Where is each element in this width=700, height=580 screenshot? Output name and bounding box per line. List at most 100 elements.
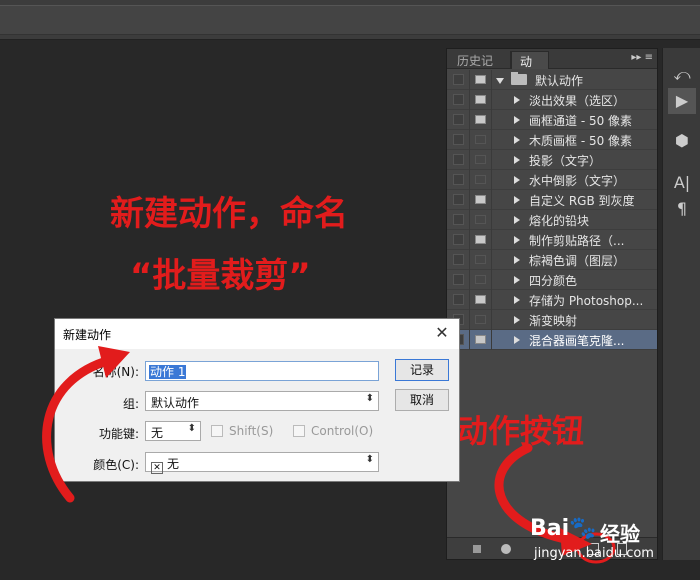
- action-row[interactable]: 制作剪贴路径（...: [447, 230, 657, 250]
- dialog-toggle-icon[interactable]: [475, 175, 486, 184]
- toggle-checkbox[interactable]: [453, 94, 464, 105]
- action-row[interactable]: 棕褐色调（图层）: [447, 250, 657, 270]
- dialog-toggle-icon[interactable]: [475, 215, 486, 224]
- control-checkbox[interactable]: Control(O): [293, 424, 373, 438]
- toggle-checkbox[interactable]: [453, 194, 464, 205]
- action-label: 木质画框 - 50 像素: [529, 134, 633, 148]
- jingyan-text: 经验: [600, 522, 640, 546]
- control-label: Control(O): [311, 424, 374, 438]
- action-row[interactable]: 画框通道 - 50 像素: [447, 110, 657, 130]
- action-row[interactable]: 投影（文字）: [447, 150, 657, 170]
- set-select-value: 默认动作: [151, 396, 200, 410]
- options-bar-inner: [0, 5, 700, 35]
- action-row[interactable]: 淡出效果（选区）: [447, 90, 657, 110]
- action-row[interactable]: 存储为 Photoshop...: [447, 290, 657, 310]
- history-panel-icon[interactable]: ⤺: [668, 62, 696, 88]
- paragraph-icon[interactable]: ¶: [668, 196, 696, 222]
- toggle-checkbox[interactable]: [453, 274, 464, 285]
- actions-list: 默认动作 淡出效果（选区） 画框通道 - 50 像素 木质画框 - 50 像素投影（…: [447, 70, 657, 350]
- expand-right-icon[interactable]: [514, 156, 520, 164]
- close-icon[interactable]: ✕: [433, 323, 451, 342]
- set-select[interactable]: 默认动作 ⬍: [145, 391, 379, 411]
- column-divider: [469, 250, 470, 270]
- cube-icon[interactable]: ⬢: [668, 128, 696, 154]
- toggle-checkbox[interactable]: [453, 134, 464, 145]
- expand-down-icon[interactable]: [496, 78, 504, 84]
- action-set-label: 默认动作: [535, 74, 584, 88]
- panel-menu-icon[interactable]: ▸▸ ≡: [623, 52, 653, 66]
- action-row[interactable]: 混合器画笔克隆...: [447, 330, 657, 350]
- action-name-value: 动作 1: [149, 365, 187, 379]
- folder-icon: [511, 72, 527, 85]
- dialog-toggle-icon[interactable]: [475, 75, 486, 84]
- action-row[interactable]: 自定义 RGB 到灰度: [447, 190, 657, 210]
- expand-right-icon[interactable]: [514, 216, 520, 224]
- expand-right-icon[interactable]: [514, 276, 520, 284]
- toggle-checkbox[interactable]: [453, 254, 464, 265]
- expand-right-icon[interactable]: [514, 96, 520, 104]
- toggle-checkbox[interactable]: [453, 214, 464, 225]
- shift-checkbox[interactable]: Shift(S): [211, 424, 273, 438]
- dialog-toggle-icon[interactable]: [475, 235, 486, 244]
- expand-right-icon[interactable]: [514, 336, 520, 344]
- dialog-toggle-icon[interactable]: [475, 275, 486, 284]
- dialog-toggle-icon[interactable]: [475, 335, 486, 344]
- right-panel-strip: ⤺ ▶ ⬢ A| ¶: [662, 48, 700, 560]
- action-row[interactable]: 渐变映射: [447, 310, 657, 330]
- play-icon[interactable]: ▶: [668, 88, 696, 114]
- column-divider: [469, 210, 470, 230]
- toggle-checkbox[interactable]: [453, 154, 464, 165]
- tab-actions[interactable]: 动作: [511, 51, 549, 86]
- tab-history[interactable]: 历史记录: [449, 51, 511, 85]
- function-key-value: 无: [151, 426, 164, 440]
- expand-right-icon[interactable]: [514, 316, 520, 324]
- color-select[interactable]: ✕ 无 ⬍: [145, 452, 379, 474]
- column-divider: [491, 190, 492, 210]
- column-divider: [491, 290, 492, 310]
- toggle-checkbox[interactable]: [453, 234, 464, 245]
- stop-icon[interactable]: [473, 545, 481, 553]
- action-label: 画框通道 - 50 像素: [529, 114, 633, 128]
- toggle-checkbox[interactable]: [453, 74, 464, 85]
- function-key-select[interactable]: 无 ⬍: [145, 421, 201, 441]
- expand-right-icon[interactable]: [514, 136, 520, 144]
- column-divider: [469, 190, 470, 210]
- dialog-toggle-icon[interactable]: [475, 135, 486, 144]
- record-icon[interactable]: [501, 544, 511, 554]
- dialog-toggle-icon[interactable]: [475, 195, 486, 204]
- character-panel-icon[interactable]: A|: [668, 170, 696, 196]
- action-label: 自定义 RGB 到灰度: [529, 194, 635, 208]
- dialog-toggle-icon[interactable]: [475, 155, 486, 164]
- action-row[interactable]: 水中倒影（文字）: [447, 170, 657, 190]
- dialog-titlebar: 新建动作 ✕: [55, 319, 459, 349]
- expand-right-icon[interactable]: [514, 176, 520, 184]
- column-divider: [469, 170, 470, 190]
- dialog-toggle-icon[interactable]: [475, 95, 486, 104]
- action-row[interactable]: 木质画框 - 50 像素: [447, 130, 657, 150]
- cancel-button[interactable]: 取消: [395, 389, 449, 411]
- record-button[interactable]: 记录: [395, 359, 449, 381]
- toggle-checkbox[interactable]: [453, 174, 464, 185]
- checkbox-box: [293, 425, 305, 437]
- updown-arrow-icon: ⬍: [187, 423, 196, 434]
- shift-label: Shift(S): [229, 424, 274, 438]
- color-select-value: 无: [167, 457, 180, 471]
- action-row[interactable]: 熔化的铅块: [447, 210, 657, 230]
- dialog-toggle-icon[interactable]: [475, 295, 486, 304]
- expand-right-icon[interactable]: [514, 236, 520, 244]
- toggle-checkbox[interactable]: [453, 294, 464, 305]
- action-row[interactable]: 四分颜色: [447, 270, 657, 290]
- expand-right-icon[interactable]: [514, 196, 520, 204]
- action-name-input[interactable]: 动作 1: [145, 361, 379, 381]
- dialog-toggle-icon[interactable]: [475, 315, 486, 324]
- column-divider: [469, 310, 470, 330]
- action-set-row[interactable]: 默认动作: [447, 70, 657, 90]
- expand-right-icon[interactable]: [514, 256, 520, 264]
- column-divider: [491, 250, 492, 270]
- dialog-toggle-icon[interactable]: [475, 115, 486, 124]
- expand-right-icon[interactable]: [514, 116, 520, 124]
- dialog-toggle-icon[interactable]: [475, 255, 486, 264]
- expand-right-icon[interactable]: [514, 296, 520, 304]
- column-divider: [491, 110, 492, 130]
- toggle-checkbox[interactable]: [453, 114, 464, 125]
